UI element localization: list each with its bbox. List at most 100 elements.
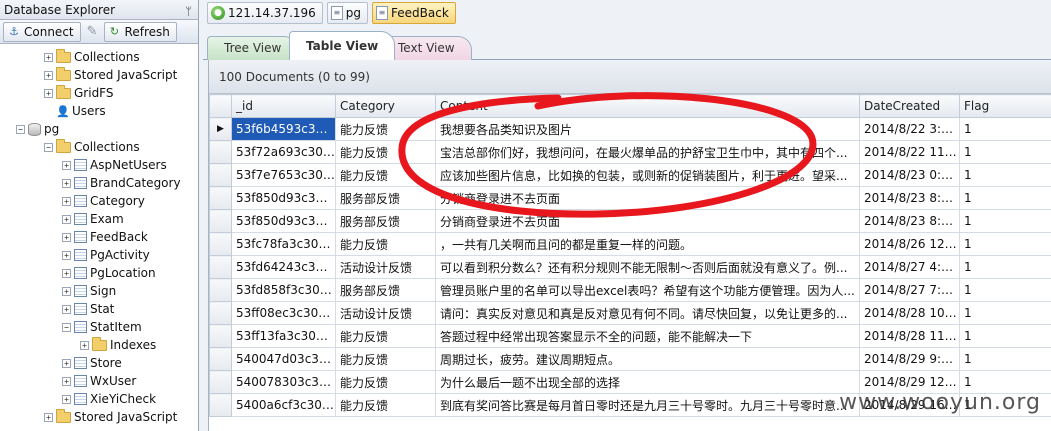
- expander-icon[interactable]: +: [62, 232, 71, 242]
- tree-node[interactable]: + PgLocation: [62, 264, 156, 282]
- row-selector[interactable]: [209, 140, 232, 164]
- table-cell[interactable]: 周期过长，疲劳。建议周期短点。: [435, 347, 860, 371]
- table-row[interactable]: 53f72a693c306... 能力反馈 宝洁总部你们好，我想问问，在最火爆单品的…: [209, 140, 1051, 164]
- table-cell[interactable]: 53ff13fa3c3069...: [231, 324, 336, 348]
- table-cell[interactable]: 540078303c306...: [231, 370, 336, 394]
- tree-node[interactable]: + PgActivity: [62, 246, 150, 264]
- row-selector[interactable]: [209, 209, 232, 233]
- expander-icon[interactable]: +: [44, 70, 53, 80]
- table-cell[interactable]: 2014/8/27 4:52:...: [859, 255, 960, 279]
- tree-node[interactable]: + XieYiCheck: [62, 390, 156, 408]
- server-tab[interactable]: ● 121.14.37.196: [207, 2, 323, 24]
- table-cell[interactable]: 53ff08ec3c306...: [231, 301, 336, 325]
- row-selector[interactable]: [209, 324, 232, 348]
- table-cell[interactable]: 能力反馈: [335, 324, 436, 348]
- table-cell[interactable]: 540047d03c306...: [231, 347, 336, 371]
- table-row[interactable]: ▶ 53f6b4593c306... 能力反馈 我想要各品类知识及图片 2014/8/2…: [209, 117, 1051, 141]
- column-header[interactable]: _id: [231, 94, 336, 118]
- expander-icon[interactable]: +: [62, 214, 71, 224]
- tree-node[interactable]: + WxUser: [62, 372, 136, 390]
- tree-node[interactable]: + Store: [62, 354, 122, 372]
- table-cell[interactable]: 能力反馈: [335, 117, 436, 141]
- table-cell[interactable]: 活动设计反馈: [335, 255, 436, 279]
- tree-node[interactable]: + Sign: [62, 282, 116, 300]
- column-header[interactable]: DateCreated: [859, 94, 960, 118]
- expander-icon[interactable]: +: [62, 160, 71, 170]
- table-row[interactable]: 53f850d93c306... 服务部反馈 分销商登录进不去页面 2014/8/23…: [209, 186, 1051, 210]
- table-cell[interactable]: 1: [959, 301, 1051, 325]
- pin-icon[interactable]: ᛘ: [185, 2, 192, 22]
- expander-icon[interactable]: +: [62, 178, 71, 188]
- table-cell[interactable]: 2014/8/28 11:3...: [859, 324, 960, 348]
- table-cell[interactable]: 1: [959, 232, 1051, 256]
- table-cell[interactable]: 1: [959, 347, 1051, 371]
- table-cell[interactable]: 53f72a693c306...: [231, 140, 336, 164]
- disconnect-icon[interactable]: ✎: [87, 24, 98, 39]
- collection-tab[interactable]: ≡ FeedBack: [372, 2, 456, 24]
- expander-icon[interactable]: +: [62, 250, 71, 260]
- tree-node[interactable]: − pg: [16, 120, 59, 138]
- table-row[interactable]: 53fd858f3c306... 服务部反馈 管理员账户里的名单可以导出excel表…: [209, 278, 1051, 302]
- table-cell[interactable]: 到底有奖问答比赛是每月首日零时还是九月三十号零时。九月三十号零时意...: [435, 393, 860, 417]
- row-selector[interactable]: [209, 370, 232, 394]
- expander-icon[interactable]: +: [62, 196, 71, 206]
- table-cell[interactable]: 2014/8/23 8:29:...: [859, 186, 960, 210]
- table-cell[interactable]: 能力反馈: [335, 140, 436, 164]
- tree-node[interactable]: + Stat: [62, 300, 114, 318]
- expander-icon[interactable]: +: [44, 412, 53, 422]
- table-cell[interactable]: 管理员账户里的名单可以导出excel表吗？希望有这个功能方便管理。因为人...: [435, 278, 860, 302]
- tree-node[interactable]: − StatItem: [62, 318, 142, 336]
- table-cell[interactable]: 1: [959, 255, 1051, 279]
- table-cell[interactable]: 我想要各品类知识及图片: [435, 117, 860, 141]
- table-cell[interactable]: 服务部反馈: [335, 209, 436, 233]
- table-cell[interactable]: 宝洁总部你们好，我想问问，在最火爆单品的护舒宝卫生巾中，其中有四个...: [435, 140, 860, 164]
- table-cell[interactable]: 53f850d93c306...: [231, 209, 336, 233]
- table-cell[interactable]: 1: [959, 140, 1051, 164]
- table-cell[interactable]: 应该加些图片信息，比如换的包装，或则新的促销装图片，利于更进。望采...: [435, 163, 860, 187]
- row-selector[interactable]: [209, 163, 232, 187]
- expander-icon[interactable]: +: [44, 88, 53, 98]
- expander-icon[interactable]: +: [62, 268, 71, 278]
- tree-node[interactable]: + Stored JavaScript: [44, 66, 177, 84]
- row-selector[interactable]: [209, 278, 232, 302]
- row-selector[interactable]: [209, 255, 232, 279]
- table-cell[interactable]: 可以看到积分数么？还有积分规则不能无限制～否则后面就没有意义了。例...: [435, 255, 860, 279]
- expander-icon[interactable]: −: [62, 322, 71, 332]
- tab-tree-view[interactable]: Tree View: [207, 36, 299, 60]
- table-cell[interactable]: 1: [959, 278, 1051, 302]
- table-cell[interactable]: 2014/8/23 8:29:...: [859, 209, 960, 233]
- refresh-button[interactable]: ↻ Refresh: [103, 21, 177, 42]
- database-tab[interactable]: ≡ pg: [326, 2, 369, 24]
- expander-icon[interactable]: +: [80, 340, 89, 350]
- table-cell[interactable]: 2014/8/27 7:15:...: [859, 278, 960, 302]
- table-cell[interactable]: 分销商登录进不去页面: [435, 186, 860, 210]
- table-cell[interactable]: 请问：真实反对意见和真是反对意见有何不同。请尽快回复，以免让更多的...: [435, 301, 860, 325]
- tree-node[interactable]: + Stored JavaScript: [44, 408, 177, 426]
- tree-node[interactable]: − Collections: [44, 138, 140, 156]
- expander-icon[interactable]: +: [44, 52, 53, 62]
- table-row[interactable]: 53fc78fa3c306... 能力反馈 ，一共有几关啊而且问的都是重复一样的问题…: [209, 232, 1051, 256]
- table-cell[interactable]: 53fd858f3c306...: [231, 278, 336, 302]
- table-cell[interactable]: 53f6b4593c306...: [231, 117, 336, 141]
- tree-node[interactable]: + Category: [62, 192, 145, 210]
- expander-icon[interactable]: +: [62, 286, 71, 296]
- table-cell[interactable]: 为什么最后一题不出现全部的选择: [435, 370, 860, 394]
- expander-icon[interactable]: +: [62, 358, 71, 368]
- table-row[interactable]: 53fd64243c306... 活动设计反馈 可以看到积分数么？还有积分规则不能无…: [209, 255, 1051, 279]
- table-cell[interactable]: 2014/8/29 9:28:...: [859, 347, 960, 371]
- table-cell[interactable]: 服务部反馈: [335, 278, 436, 302]
- expander-icon[interactable]: +: [62, 304, 71, 314]
- row-selector[interactable]: [209, 301, 232, 325]
- table-cell[interactable]: 1: [959, 209, 1051, 233]
- table-row[interactable]: 53ff13fa3c3069... 能力反馈 答题过程中经常出现答案显示不全的问题，…: [209, 324, 1051, 348]
- table-cell[interactable]: 能力反馈: [335, 163, 436, 187]
- table-cell[interactable]: 5400a6cf3c306...: [231, 393, 336, 417]
- tree-node[interactable]: 👤 Users: [44, 102, 106, 120]
- expander-icon[interactable]: −: [44, 142, 53, 152]
- expander-icon[interactable]: −: [16, 124, 25, 134]
- table-cell[interactable]: 1: [959, 117, 1051, 141]
- table-row[interactable]: 53ff08ec3c306... 活动设计反馈 请问：真实反对意见和真是反对意见有何…: [209, 301, 1051, 325]
- table-cell[interactable]: 活动设计反馈: [335, 301, 436, 325]
- row-selector[interactable]: [209, 393, 232, 417]
- tree-node[interactable]: + Indexes: [80, 336, 156, 354]
